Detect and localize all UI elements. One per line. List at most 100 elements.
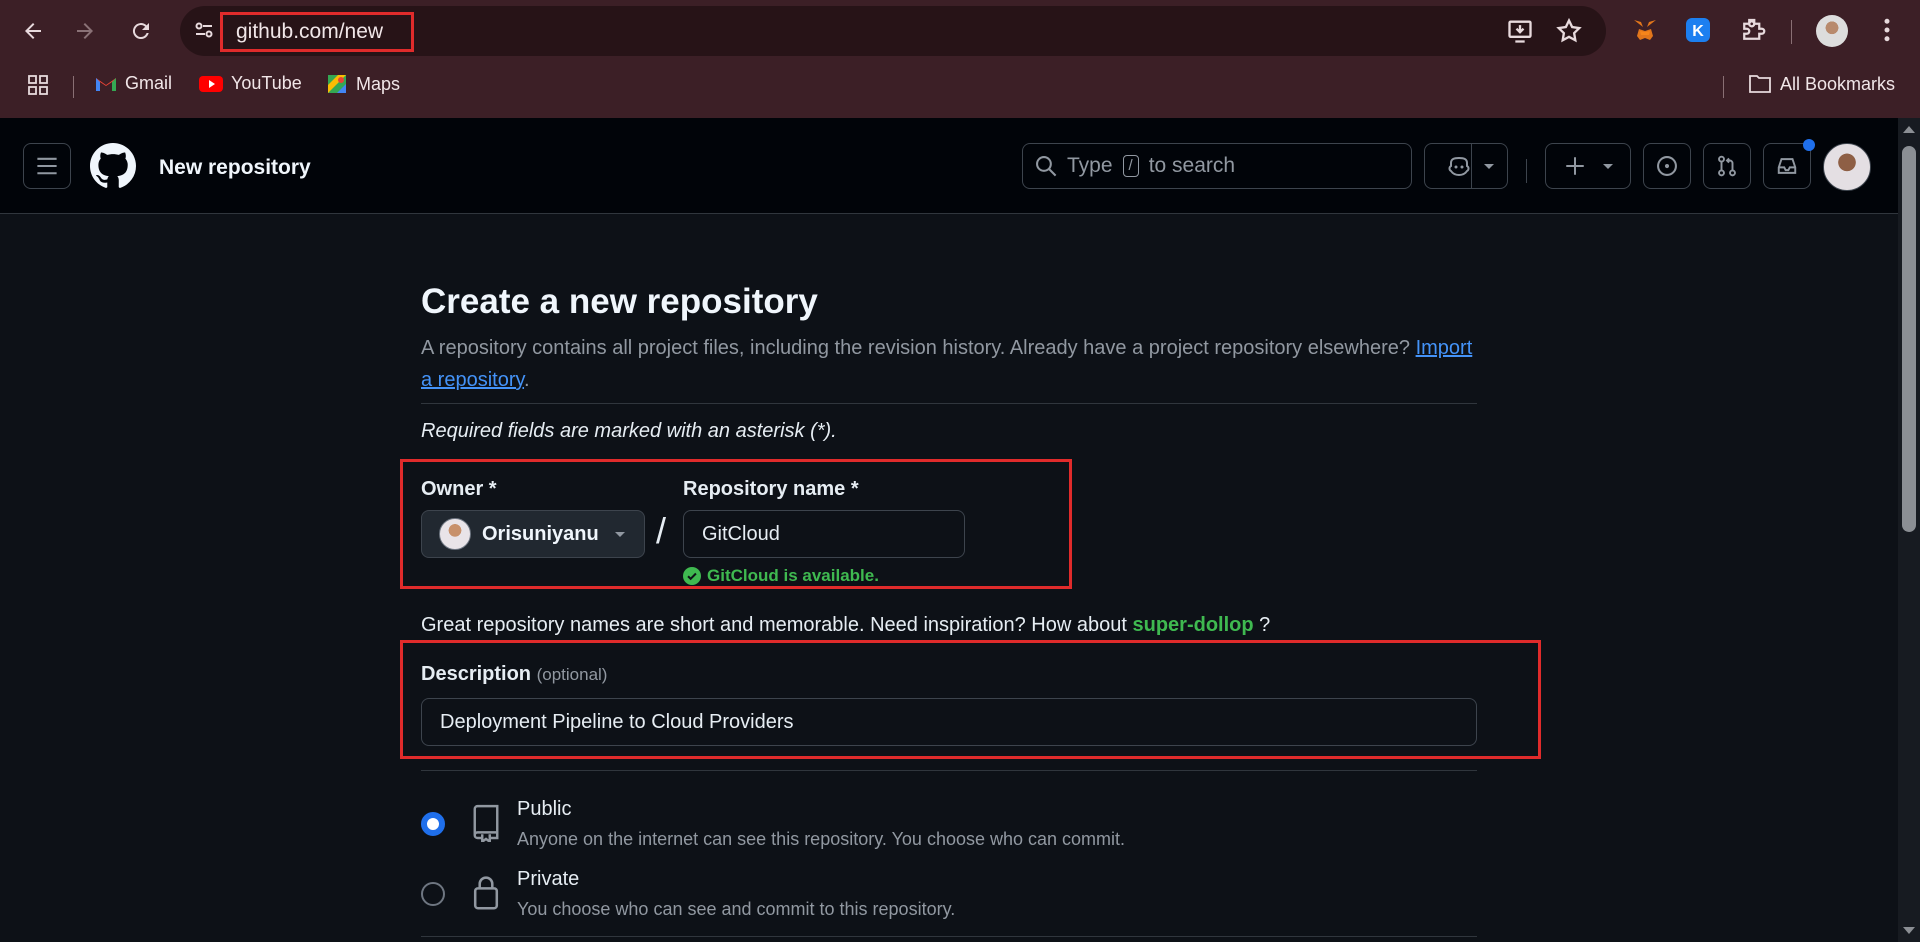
search-prefix: Type <box>1067 154 1113 177</box>
owner-name: Orisuniyanu <box>482 522 599 545</box>
bookmark-youtube[interactable]: YouTube <box>199 73 302 94</box>
github-header: New repository Type / to search <box>0 118 1898 214</box>
inspiration-text: Great repository names are short and mem… <box>421 614 1127 636</box>
url-text[interactable]: github.com/new <box>220 12 414 52</box>
scroll-thumb[interactable] <box>1902 146 1916 532</box>
page-scrollbar[interactable] <box>1898 118 1920 942</box>
search-input[interactable]: Type / to search <box>1022 143 1412 189</box>
new-repo-form: Create a new repository A repository con… <box>400 282 1541 937</box>
issues-button[interactable] <box>1643 143 1691 189</box>
repo-book-icon <box>471 804 501 845</box>
description-input[interactable] <box>421 698 1477 746</box>
required-fields-note: Required fields are marked with an aster… <box>421 420 837 442</box>
back-arrow-icon <box>25 23 41 39</box>
search-shortcut-key: / <box>1122 155 1139 177</box>
page-subtitle: A repository contains all project files,… <box>421 332 1477 396</box>
button-divider <box>1471 144 1472 188</box>
chevron-down-icon <box>1603 164 1613 169</box>
gmail-icon <box>96 77 116 91</box>
optional-tag: (optional) <box>536 665 608 684</box>
repository-name-input[interactable] <box>683 510 965 558</box>
metamask-extension-icon[interactable] <box>1630 15 1660 45</box>
youtube-icon <box>199 75 223 92</box>
owner-label: Owner * <box>421 478 497 500</box>
pull-request-icon <box>1718 155 1736 177</box>
browser-toolbar: github.com/new K Gmail YouTube Maps All … <box>0 0 1920 118</box>
inspiration-end: ? <box>1259 614 1271 636</box>
reload-button[interactable] <box>123 13 159 49</box>
name-inspiration: Great repository names are short and mem… <box>421 614 1270 637</box>
inbox-button[interactable] <box>1763 139 1815 189</box>
hamburger-icon <box>37 157 57 175</box>
repository-name-label: Repository name * <box>683 478 859 500</box>
section-divider <box>421 403 1477 404</box>
all-bookmarks-button[interactable]: All Bookmarks <box>1748 73 1895 95</box>
forward-arrow-icon <box>77 23 93 39</box>
suggested-name[interactable]: super-dollop <box>1132 614 1253 636</box>
chevron-down-icon <box>615 532 625 537</box>
lock-icon <box>471 874 501 910</box>
owner-repo-separator: / <box>656 510 667 551</box>
bookmark-label: YouTube <box>231 73 302 93</box>
profile-avatar[interactable] <box>1816 15 1848 47</box>
github-logo-icon[interactable] <box>90 143 136 189</box>
reload-icon <box>132 23 149 40</box>
availability-message: GitCloud is available. <box>683 566 879 586</box>
copilot-button[interactable] <box>1424 143 1508 189</box>
bookmark-separator <box>1723 76 1724 98</box>
search-icon <box>1036 156 1057 177</box>
maps-icon <box>328 75 346 93</box>
public-description: Anyone on the internet can see this repo… <box>517 829 1126 849</box>
page-context-title: New repository <box>159 156 311 179</box>
owner-select[interactable]: Orisuniyanu <box>421 510 645 558</box>
public-radio[interactable] <box>421 812 445 836</box>
k-extension-icon[interactable]: K <box>1683 15 1713 45</box>
description-label: Description (optional) <box>421 663 607 686</box>
private-description: You choose who can see and commit to thi… <box>517 899 956 919</box>
plus-icon <box>1566 157 1584 175</box>
user-avatar[interactable] <box>1823 143 1871 191</box>
private-title: Private <box>517 868 580 890</box>
chevron-down-icon <box>1484 164 1494 169</box>
extensions-puzzle-icon[interactable] <box>1738 15 1768 45</box>
issue-opened-icon <box>1657 156 1677 176</box>
subtitle-text: A repository contains all project files,… <box>421 337 1411 359</box>
scroll-down-icon[interactable] <box>1902 926 1916 936</box>
check-circle-icon <box>683 567 701 585</box>
inbox-icon <box>1777 158 1797 174</box>
public-title: Public <box>517 798 572 820</box>
create-new-button[interactable] <box>1545 143 1631 189</box>
owner-avatar <box>439 518 471 550</box>
site-info-icon[interactable] <box>192 18 218 44</box>
pull-requests-button[interactable] <box>1703 143 1751 189</box>
notification-dot <box>1803 139 1815 151</box>
bookmark-separator <box>73 76 74 98</box>
svg-text:K: K <box>1692 23 1704 40</box>
search-suffix: to search <box>1148 154 1236 177</box>
section-divider <box>421 936 1477 937</box>
all-bookmarks-label: All Bookmarks <box>1780 73 1896 94</box>
copilot-icon <box>1448 156 1470 177</box>
page-title: Create a new repository <box>421 282 818 321</box>
header-divider <box>1526 159 1527 183</box>
toolbar-divider <box>1791 20 1792 44</box>
hamburger-menu-button[interactable] <box>23 143 71 189</box>
section-divider <box>421 770 1477 771</box>
scroll-up-icon[interactable] <box>1902 124 1916 134</box>
bookmark-label: Gmail <box>125 73 173 93</box>
bookmark-gmail[interactable]: Gmail <box>95 73 172 94</box>
bookmark-label: Maps <box>356 73 401 94</box>
browser-menu-icon[interactable] <box>1872 15 1902 45</box>
description-label-text: Description <box>421 663 532 685</box>
bookmarks-bar: Gmail YouTube Maps All Bookmarks <box>0 66 1920 106</box>
install-app-icon[interactable] <box>1506 17 1534 45</box>
private-radio[interactable] <box>421 882 445 906</box>
forward-button[interactable] <box>67 13 103 49</box>
subtitle-period: . <box>524 369 530 391</box>
apps-grid-icon[interactable] <box>26 73 50 97</box>
bookmark-star-icon[interactable] <box>1555 17 1583 45</box>
bookmark-maps[interactable]: Maps <box>326 73 400 95</box>
availability-text: GitCloud is available. <box>707 566 879 585</box>
back-button[interactable] <box>15 13 51 49</box>
folder-icon <box>1749 75 1771 93</box>
